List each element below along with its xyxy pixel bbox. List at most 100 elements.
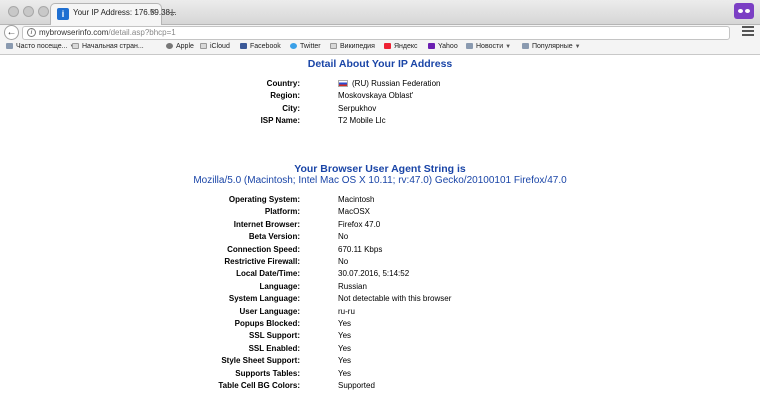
detail-label: User Language: <box>239 306 300 316</box>
twitter-icon <box>290 43 297 49</box>
bookmark-item[interactable]: Часто посеще...▼ <box>6 43 75 50</box>
detail-value: Supported <box>338 381 375 390</box>
detail-row: System Language: Not detectable with this… <box>0 294 760 306</box>
close-window-button[interactable] <box>8 6 19 17</box>
url-domain: mybrowserinfo.com <box>39 28 109 37</box>
detail-row: ISP Name: T2 Mobile Llc <box>0 116 760 128</box>
detail-label: SSL Enabled: <box>248 343 300 353</box>
detail-label: Region: <box>270 91 300 101</box>
back-button[interactable]: ← <box>4 25 19 40</box>
detail-value-text: 670.11 Kbps <box>338 244 383 254</box>
page-icon <box>200 43 207 49</box>
detail-label: City: <box>282 103 300 113</box>
detail-value: Serpukhov <box>338 104 376 113</box>
detail-label: Operating System: <box>228 195 300 204</box>
detail-label: Platform: <box>264 207 300 217</box>
detail-row: Country: (RU) Russian Federation <box>0 79 760 91</box>
bookmark-item[interactable]: Начальная стран... <box>72 43 144 50</box>
detail-value-text: Yes <box>338 343 352 353</box>
detail-row: Operating System: Macintosh <box>0 195 760 207</box>
detail-value: (RU) Russian Federation <box>338 79 440 88</box>
detail-label: Supports Tables: <box>235 368 300 378</box>
detail-value-text: Yes <box>338 356 352 366</box>
detail-value: Yes <box>338 319 351 328</box>
detail-label: Table Cell BG Colors: <box>218 381 300 390</box>
detail-value: Yes <box>338 356 351 365</box>
bookmarks-toolbar: Часто посеще...▼ Начальная стран... Apple i… <box>0 41 760 55</box>
detail-value: 670.11 Kbps <box>338 245 382 254</box>
bookmark-item[interactable]: Twitter <box>290 43 321 50</box>
bookmark-item[interactable]: Yahoo <box>428 43 458 50</box>
detail-value: Yes <box>338 369 351 378</box>
bookmark-label: Apple <box>176 43 194 50</box>
folder-icon <box>6 43 13 49</box>
detail-value-text: MacOSX <box>338 207 371 217</box>
url-text[interactable]: mybrowserinfo.com/detail.asp?bhcp=1 <box>39 28 176 37</box>
chevron-down-icon: ▼ <box>574 44 581 50</box>
detail-label: Restrictive Firewall: <box>224 257 300 266</box>
detail-value-text: Yes <box>338 319 352 328</box>
detail-row: Supports Tables: Yes <box>0 369 760 381</box>
facebook-icon <box>240 43 247 49</box>
detail-value: Yes <box>338 344 351 353</box>
detail-row: Style Sheet Support: Yes <box>0 356 760 368</box>
detail-label: System Language: <box>228 294 300 304</box>
detail-row: Beta Version: No <box>0 232 760 244</box>
detail-value-text: No <box>338 232 349 242</box>
detail-label: Internet Browser: <box>233 219 300 229</box>
detail-row: Popups Blocked: Yes <box>0 319 760 331</box>
detail-label: Language: <box>259 281 300 291</box>
bookmark-label: Новости <box>476 43 504 50</box>
detail-label: Style Sheet Support: <box>221 356 300 366</box>
folder-icon <box>466 43 473 49</box>
bookmark-label: iCloud <box>210 43 230 50</box>
detail-value-text: T2 Mobile Llc <box>338 116 386 126</box>
bookmark-label: Википедия <box>340 43 375 50</box>
page-content: Detail About Your IP Address Country: (RU… <box>0 55 760 390</box>
detail-row: Restrictive Firewall: No <box>0 257 760 269</box>
page-icon <box>72 43 79 49</box>
bookmark-item[interactable]: Apple <box>166 43 194 50</box>
bookmark-item[interactable]: iCloud <box>200 43 230 50</box>
site-favicon-icon: i <box>57 8 69 20</box>
detail-row: Language: Russian <box>0 282 760 294</box>
bookmark-label: Яндекс <box>394 43 418 50</box>
zoom-window-button[interactable] <box>38 6 49 17</box>
page-icon <box>330 43 337 49</box>
detail-value: Not detectable with this browser <box>338 294 451 303</box>
site-info-icon[interactable]: i <box>27 28 36 37</box>
user-agent-string: Mozilla/5.0 (Macintosh; Intel Mac OS X 1… <box>193 175 567 186</box>
detail-value-text: Macintosh <box>338 195 375 204</box>
detail-value-text: Russian <box>338 281 367 291</box>
detail-row: Connection Speed: 670.11 Kbps <box>0 245 760 257</box>
detail-value-text: (RU) Russian Federation <box>352 79 441 88</box>
detail-label: ISP Name: <box>260 116 300 126</box>
chevron-down-icon: ▼ <box>505 44 512 50</box>
bookmark-item[interactable]: Facebook <box>240 43 281 50</box>
bookmark-item[interactable]: Новости ▼ <box>466 43 511 50</box>
detail-value: Moskovskaya Oblast' <box>338 91 413 100</box>
new-tab-button[interactable]: + <box>168 4 176 20</box>
detail-label: Local Date/Time: <box>236 269 300 279</box>
tab-close-icon[interactable]: × <box>150 7 156 18</box>
hamburger-menu-icon[interactable] <box>742 26 754 38</box>
bookmark-label: Yahoo <box>438 43 458 50</box>
bookmark-item[interactable]: Википедия <box>330 43 375 50</box>
detail-value: No <box>338 232 348 241</box>
address-bar[interactable]: i mybrowserinfo.com/detail.asp?bhcp=1 <box>22 26 730 40</box>
detail-row: SSL Enabled: Yes <box>0 344 760 356</box>
browser-tab[interactable]: i Your IP Address: 176.59.38... × <box>50 3 177 25</box>
detail-value: No <box>338 257 348 266</box>
detail-value-text: 30.07.2016, 5:14:52 <box>338 269 410 279</box>
bookmark-label: Популярные <box>532 43 573 50</box>
detail-label: SSL Support: <box>249 331 300 341</box>
minimize-window-button[interactable] <box>23 6 34 17</box>
detail-value-text: ru-ru <box>338 306 355 316</box>
bookmark-item[interactable]: Популярные ▼ <box>522 43 581 50</box>
detail-value: T2 Mobile Llc <box>338 116 386 125</box>
bookmark-item[interactable]: Яндекс <box>384 43 418 50</box>
detail-value: 30.07.2016, 5:14:52 <box>338 269 409 278</box>
detail-value: Russian <box>338 282 367 291</box>
bookmark-label: Начальная стран... <box>82 43 144 50</box>
detail-value: Yes <box>338 331 351 340</box>
